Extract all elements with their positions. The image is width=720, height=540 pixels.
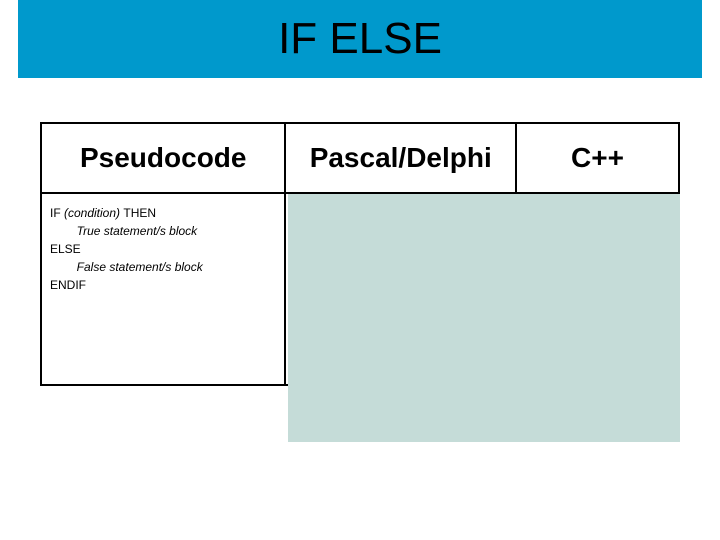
kw-if: IF <box>50 206 64 220</box>
cond-text: (condition) <box>64 206 123 220</box>
pseudo-line-5: ENDIF <box>50 276 276 294</box>
header-pseudocode: Pseudocode <box>42 124 286 194</box>
pseudo-line-1: IF (condition) THEN <box>50 204 276 222</box>
cell-pseudocode: IF (condition) THEN True statement/s blo… <box>42 194 286 384</box>
table-header-row: Pseudocode Pascal/Delphi C++ <box>42 124 678 194</box>
pseudo-line-4: False statement/s block <box>50 258 276 276</box>
pseudo-line-3: ELSE <box>50 240 276 258</box>
overlay-cover-block <box>288 194 680 442</box>
pseudo-line-2: True statement/s block <box>50 222 276 240</box>
slide-title: IF ELSE <box>278 14 442 64</box>
header-pascal-delphi: Pascal/Delphi <box>286 124 517 194</box>
header-cpp: C++ <box>517 124 678 194</box>
kw-then: THEN <box>123 206 156 220</box>
title-band: IF ELSE <box>18 0 702 78</box>
slide: IF ELSE Pseudocode Pascal/Delphi C++ IF … <box>0 0 720 540</box>
